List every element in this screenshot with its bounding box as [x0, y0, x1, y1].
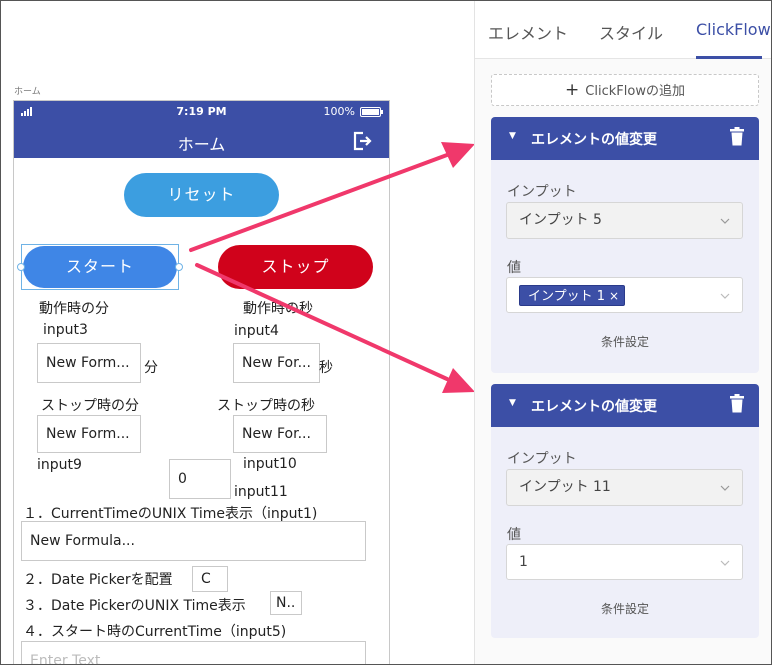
condition-settings-link[interactable]: 条件設定 [491, 600, 759, 617]
value-select[interactable]: インプット 1 × [506, 277, 743, 313]
chevron-down-icon [720, 485, 730, 491]
value-label: 値 [507, 527, 521, 543]
value-chip-label: インプット 1 [528, 289, 606, 304]
phone-preview: 7:19 PM 100% ホーム リセット スタート ストップ 動作時の分 動作… [13, 100, 390, 664]
start-minute-field[interactable]: New Form... [37, 343, 141, 383]
chevron-down-icon [720, 218, 730, 224]
input11-label: input11 [234, 484, 288, 500]
selection-outline [21, 244, 179, 290]
trash-icon[interactable] [729, 394, 745, 413]
input10-label: input10 [243, 456, 297, 472]
value-select-value: 1 [519, 554, 528, 570]
line4-label: ４．スタート時のCurrentTime（input5) [23, 624, 287, 640]
input11-field[interactable]: 0 [169, 459, 231, 499]
enter-text-field[interactable]: Enter Text [21, 641, 366, 664]
clickflow-card: ▼ エレメントの値変更 インプット インプット 11 値 1 条件設定 [491, 384, 759, 638]
stop-minute-field[interactable]: New Form... [37, 415, 141, 453]
properties-panel: エレメント スタイル ClickFlow + ClickFlowの追加 ▼ エレメ… [474, 1, 771, 664]
input9-label: input9 [37, 457, 82, 473]
panel-tabs: エレメント スタイル ClickFlow [475, 1, 771, 59]
tab-style[interactable]: スタイル [599, 20, 663, 44]
input3-label: input3 [43, 322, 88, 338]
value-chip[interactable]: インプット 1 × [519, 285, 626, 306]
logout-icon[interactable] [351, 130, 373, 152]
nav-title: ホーム [177, 135, 226, 154]
nav-bar: ホーム [14, 123, 389, 158]
trash-icon[interactable] [729, 127, 745, 146]
value-label: 値 [507, 260, 521, 276]
app-window: ホーム 7:19 PM 100% ホーム リセット スタート ストップ 動作時の… [0, 0, 772, 665]
battery-icon [360, 107, 383, 117]
input4-label: input4 [234, 323, 279, 339]
line1-label: １．CurrentTimeのUNIX Time表示（input1) [23, 506, 318, 522]
stop-minute-label: ストップ時の分 [41, 398, 139, 414]
add-clickflow-button[interactable]: + ClickFlowの追加 [491, 74, 759, 106]
card-header[interactable]: ▼ エレメントの値変更 [491, 117, 759, 160]
chevron-down-icon [720, 293, 730, 299]
chevron-down-icon [720, 560, 730, 566]
collapse-triangle-icon[interactable]: ▼ [509, 131, 516, 141]
second-unit-label: 秒 [319, 360, 333, 376]
input-label: インプット [507, 184, 577, 200]
line3-label: ３．Date PickerのUNIX Time表示 [23, 598, 246, 614]
date-picker-field[interactable]: C [192, 566, 228, 592]
line2-label: ２．Date Pickerを配置 [23, 572, 173, 588]
remove-chip-icon[interactable]: × [609, 289, 619, 303]
battery-percent: 100% [323, 105, 355, 118]
resize-handle-left[interactable] [17, 263, 25, 271]
resize-handle-right[interactable] [175, 263, 183, 271]
stop-second-label: ストップ時の秒 [217, 398, 315, 414]
clickflow-card: ▼ エレメントの値変更 インプット インプット 5 値 インプット 1 × 条件設… [491, 117, 759, 373]
plus-icon: + [565, 80, 580, 100]
start-second-field[interactable]: New For... [233, 343, 320, 383]
add-clickflow-label: ClickFlowの追加 [585, 84, 685, 99]
status-bar: 7:19 PM 100% [14, 101, 389, 123]
input-select[interactable]: インプット 5 [506, 202, 743, 239]
card-title: エレメントの値変更 [531, 132, 657, 148]
stop-button[interactable]: ストップ [218, 245, 373, 289]
card-header[interactable]: ▼ エレメントの値変更 [491, 384, 759, 427]
input-select-value: インプット 11 [519, 479, 611, 495]
unix-time-field[interactable]: N.. [270, 591, 302, 615]
card-title: エレメントの値変更 [531, 399, 657, 415]
stop-second-field[interactable]: New For... [233, 415, 327, 453]
input-select[interactable]: インプット 11 [506, 469, 743, 506]
tab-clickflow[interactable]: ClickFlow [696, 20, 771, 39]
reset-button[interactable]: リセット [124, 173, 279, 217]
value-select[interactable]: 1 [506, 544, 743, 580]
input-label: インプット [507, 451, 577, 467]
start-second-label: 動作時の秒 [243, 301, 313, 317]
condition-settings-link[interactable]: 条件設定 [491, 333, 759, 350]
collapse-triangle-icon[interactable]: ▼ [509, 398, 516, 408]
start-minute-label: 動作時の分 [39, 301, 109, 317]
tab-element[interactable]: エレメント [488, 20, 568, 44]
minute-unit-label: 分 [144, 360, 158, 376]
active-tab-indicator [696, 56, 762, 59]
input-select-value: インプット 5 [519, 212, 602, 228]
formula-field[interactable]: New Formula... [21, 521, 366, 561]
screen-name-label: ホーム [14, 87, 41, 97]
